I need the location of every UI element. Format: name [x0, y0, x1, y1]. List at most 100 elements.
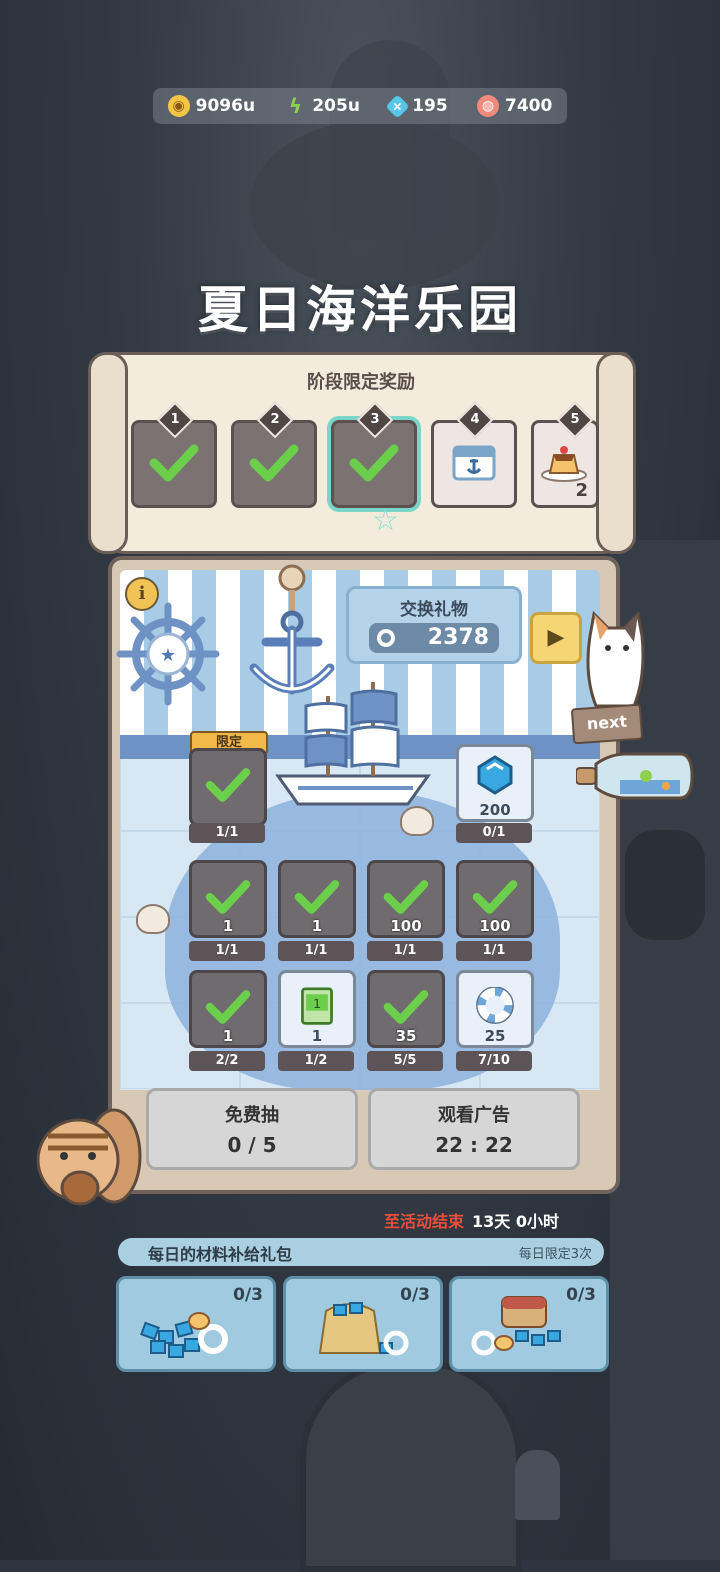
- checkmark-icon: [205, 990, 251, 1024]
- free-draw-label: 免费抽: [225, 1105, 279, 1126]
- reward-count: 1/1: [189, 823, 265, 843]
- gem-sack-icon: [318, 1302, 409, 1356]
- reward-item-donut[interactable]: 100: [367, 860, 445, 938]
- exchange-gift-label: 交换礼物: [400, 600, 468, 620]
- daily-pack-2[interactable]: 0/3: [283, 1276, 443, 1372]
- resource-shell-value: 7400: [505, 96, 553, 116]
- resource-energy-value: 205u: [312, 96, 360, 116]
- background-lighthouse-lamp: [330, 40, 450, 240]
- daily-pack-3[interactable]: 0/3: [449, 1276, 609, 1372]
- reward-count: 5/5: [367, 1051, 443, 1071]
- reward-item-lifebuoy-2[interactable]: 35: [367, 970, 445, 1048]
- reward-count: 7/10: [456, 1051, 532, 1071]
- shell-decor-icon: [400, 806, 434, 836]
- reward-count: 1/1: [278, 941, 354, 961]
- reward-amount: 25: [484, 1027, 506, 1045]
- current-stage-star-icon: ☆: [372, 503, 399, 538]
- event-title: 夏日海洋乐园: [198, 281, 522, 339]
- background-stone: [515, 1450, 560, 1520]
- stage-reward-title: 阶段限定奖励: [307, 372, 415, 393]
- event-end-label: 至活动结束: [384, 1212, 465, 1231]
- lifebuoy-icon: [476, 987, 514, 1025]
- daily-supply-limit: 每日限定3次: [518, 1247, 592, 1262]
- shell-icon: ◍: [477, 95, 499, 117]
- cat-character: [586, 610, 645, 708]
- squirrel-character: [36, 1108, 142, 1206]
- reward-amount: 100: [390, 917, 422, 935]
- event-end-countdown: 至活动结束 13天 0小时: [384, 1208, 559, 1232]
- reward-amount: 1: [311, 917, 323, 935]
- resource-gold-value: 9096u: [195, 96, 256, 116]
- reward-amount: 35: [395, 1027, 417, 1045]
- checkmark-icon: [205, 880, 251, 914]
- reward-amount: 200: [479, 801, 511, 819]
- resource-gem[interactable]: + 195: [385, 93, 448, 119]
- reward-item-green-ticket[interactable]: 1 1: [278, 970, 356, 1048]
- gem-pile-icon: [140, 1312, 228, 1358]
- checkmark-icon: [149, 444, 199, 482]
- svg-text:★: ★: [160, 645, 176, 666]
- lightning-icon: ϟ: [288, 94, 302, 118]
- resource-bar: ◉ 9096u ϟ 205u + 195 ◍ 7400: [153, 88, 567, 124]
- stage-reward-5[interactable]: 5 2: [531, 401, 599, 508]
- play-arrow-button[interactable]: ▶: [530, 612, 582, 664]
- svg-text:1: 1: [313, 996, 321, 1011]
- checkmark-icon: [205, 768, 251, 802]
- reward-item-ticket-gold[interactable]: 1: [189, 970, 267, 1048]
- exchange-gift-panel[interactable]: 交换礼物 2378: [346, 586, 522, 664]
- free-draw-value: 0 / 5: [227, 1133, 277, 1157]
- gem-icon: [477, 755, 513, 795]
- reward-amount: 1: [222, 1027, 234, 1045]
- sailing-ship-icon: [275, 682, 431, 806]
- anchor-flag-icon: [452, 445, 496, 481]
- pudding-icon: [541, 446, 587, 482]
- reward-item-cake[interactable]: 1: [278, 860, 356, 938]
- free-draw-button[interactable]: 免费抽 0 / 5: [146, 1088, 358, 1170]
- resource-gem-value: 195: [412, 96, 448, 116]
- shell-decor-icon: [136, 904, 170, 934]
- daily-pack-count: 0/3: [233, 1285, 263, 1305]
- treasure-chest-icon: [471, 1296, 561, 1356]
- reward-item-lifebuoy[interactable]: 100: [456, 860, 534, 938]
- stage-reward-1[interactable]: 1: [131, 401, 217, 508]
- checkmark-icon: [249, 444, 299, 482]
- reward-item-ticket[interactable]: 1: [189, 860, 267, 938]
- gold-coin-icon: ◉: [167, 95, 190, 117]
- watch-ad-label: 观看广告: [438, 1105, 510, 1126]
- checkmark-icon: [383, 880, 429, 914]
- stage-reward-2[interactable]: 2: [231, 401, 317, 508]
- lifebuoy-icon: [377, 629, 395, 647]
- reward-amount: 1: [222, 917, 234, 935]
- gem-icon: +: [385, 93, 410, 119]
- ship-wheel-icon: ★: [116, 602, 220, 706]
- reward-amount: 100: [479, 917, 511, 935]
- reward-item-lifebuoy-3[interactable]: 25: [456, 970, 534, 1048]
- resource-shell[interactable]: ◍ 7400: [477, 95, 552, 117]
- watch-ad-timer: 22 : 22: [435, 1133, 513, 1157]
- reward-count: 1/1: [367, 941, 443, 961]
- daily-supply-title: 每日的材料补给礼包: [148, 1245, 293, 1264]
- resource-energy[interactable]: ϟ 205u: [284, 94, 360, 118]
- reward-item-limited[interactable]: [189, 748, 267, 826]
- reward-count: 2/2: [189, 1051, 265, 1071]
- checkmark-icon: [383, 990, 429, 1024]
- checkmark-icon: [349, 444, 399, 482]
- resource-gold[interactable]: ◉ 9096u: [167, 95, 256, 117]
- background-door: [300, 1360, 522, 1572]
- checkmark-icon: [472, 880, 518, 914]
- reward-count: 1/2: [278, 1051, 354, 1071]
- background-jar: [625, 830, 705, 940]
- event-end-value: 13天 0小时: [472, 1212, 559, 1231]
- stage-reward-3[interactable]: 3: [331, 401, 417, 508]
- reward-amount: 1: [311, 1027, 323, 1045]
- next-sign-button[interactable]: next: [570, 703, 644, 745]
- stage-reward-4[interactable]: 4: [431, 401, 517, 508]
- daily-pack-1[interactable]: 0/3: [116, 1276, 276, 1372]
- daily-pack-count: 0/3: [400, 1285, 430, 1305]
- watch-ad-button[interactable]: 观看广告 22 : 22: [368, 1088, 580, 1170]
- reward-count: 0/1: [456, 823, 532, 843]
- daily-supply-header: 每日的材料补给礼包 每日限定3次: [118, 1238, 604, 1266]
- reward-item-gem[interactable]: 200: [456, 744, 534, 822]
- checkmark-icon: [294, 880, 340, 914]
- stage-reward-quantity: 2: [575, 480, 588, 501]
